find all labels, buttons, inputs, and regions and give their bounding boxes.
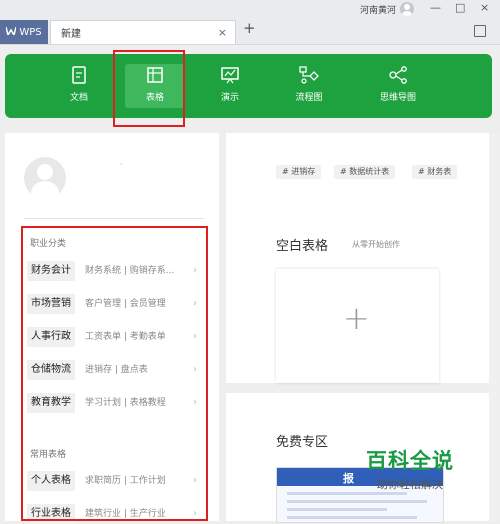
wps-logo-icon — [5, 26, 18, 38]
maximize-button[interactable]: □ — [455, 1, 465, 14]
blank-sheet-subtitle: 从零开始创作 — [352, 240, 400, 249]
tag-inventory[interactable]: # 进销存 — [276, 165, 322, 179]
new-doc-label: 文档 — [69, 93, 88, 103]
tag-statistics[interactable]: # 数据统计表 — [334, 165, 396, 179]
new-mindmap-button[interactable]: 思维导图 — [368, 64, 428, 108]
minimize-button[interactable]: — — [430, 1, 441, 14]
templates-panel: # 进销存 # 数据统计表 # 财务表 空白表格 从零开始创作 + — [226, 133, 489, 383]
user-status-dot: · — [120, 160, 123, 169]
presentation-icon — [200, 66, 260, 84]
highlight-spreadsheet-button — [113, 50, 185, 127]
watermark-subtitle: 助你轻松解决 — [377, 478, 443, 491]
scrollbar[interactable] — [489, 133, 500, 521]
new-flowchart-button[interactable]: 流程图 — [279, 64, 339, 108]
close-window-button[interactable]: × — [480, 1, 489, 14]
new-flowchart-label: 流程图 — [295, 93, 323, 103]
wps-home-tab[interactable]: WPS — [0, 20, 48, 44]
new-tab-button[interactable]: + — [243, 19, 256, 37]
watermark-logo: 百科全说 助你轻松解决 — [360, 445, 460, 492]
mindmap-icon — [368, 66, 428, 84]
blank-sheet-title: 空白表格 — [276, 239, 329, 254]
free-section-title: 免费专区 — [276, 435, 329, 450]
user-name: 河南黄河 — [360, 5, 397, 16]
divider — [24, 218, 204, 219]
title-bar: WPS 新建 × + 河南黄河 — □ × — [0, 0, 500, 45]
watermark-title: 百科全说 — [366, 449, 454, 473]
thumbnail-line — [287, 516, 417, 519]
new-presentation-label: 演示 — [220, 93, 239, 103]
thumbnail-line — [287, 500, 427, 503]
user-avatar-icon[interactable] — [24, 157, 66, 199]
thumbnail-title: 报 — [343, 472, 354, 485]
document-tab-new[interactable]: 新建 × — [50, 20, 236, 44]
close-tab-icon[interactable]: × — [218, 26, 227, 39]
new-presentation-button[interactable]: 演示 — [200, 64, 260, 108]
plus-icon: + — [343, 299, 370, 337]
tag-finance[interactable]: # 财务表 — [412, 165, 458, 179]
new-mindmap-label: 思维导图 — [379, 93, 416, 103]
new-doc-button[interactable]: 文档 — [49, 64, 109, 108]
thumbnail-line — [287, 492, 407, 495]
highlight-category-list — [21, 226, 208, 521]
sidebar-toggle-icon[interactable] — [474, 25, 486, 37]
document-icon — [49, 66, 109, 84]
flowchart-icon — [279, 66, 339, 84]
wps-tab-label: WPS — [19, 26, 42, 38]
tab-label: 新建 — [61, 29, 81, 40]
user-avatar-icon — [400, 2, 415, 16]
blank-sheet-card[interactable]: + — [276, 269, 439, 383]
new-document-type-bar: 文档 表格 演示 流程图 思维导图 — [5, 54, 492, 118]
user-account[interactable]: 河南黄河 — [360, 2, 415, 16]
thumbnail-line — [287, 508, 387, 511]
